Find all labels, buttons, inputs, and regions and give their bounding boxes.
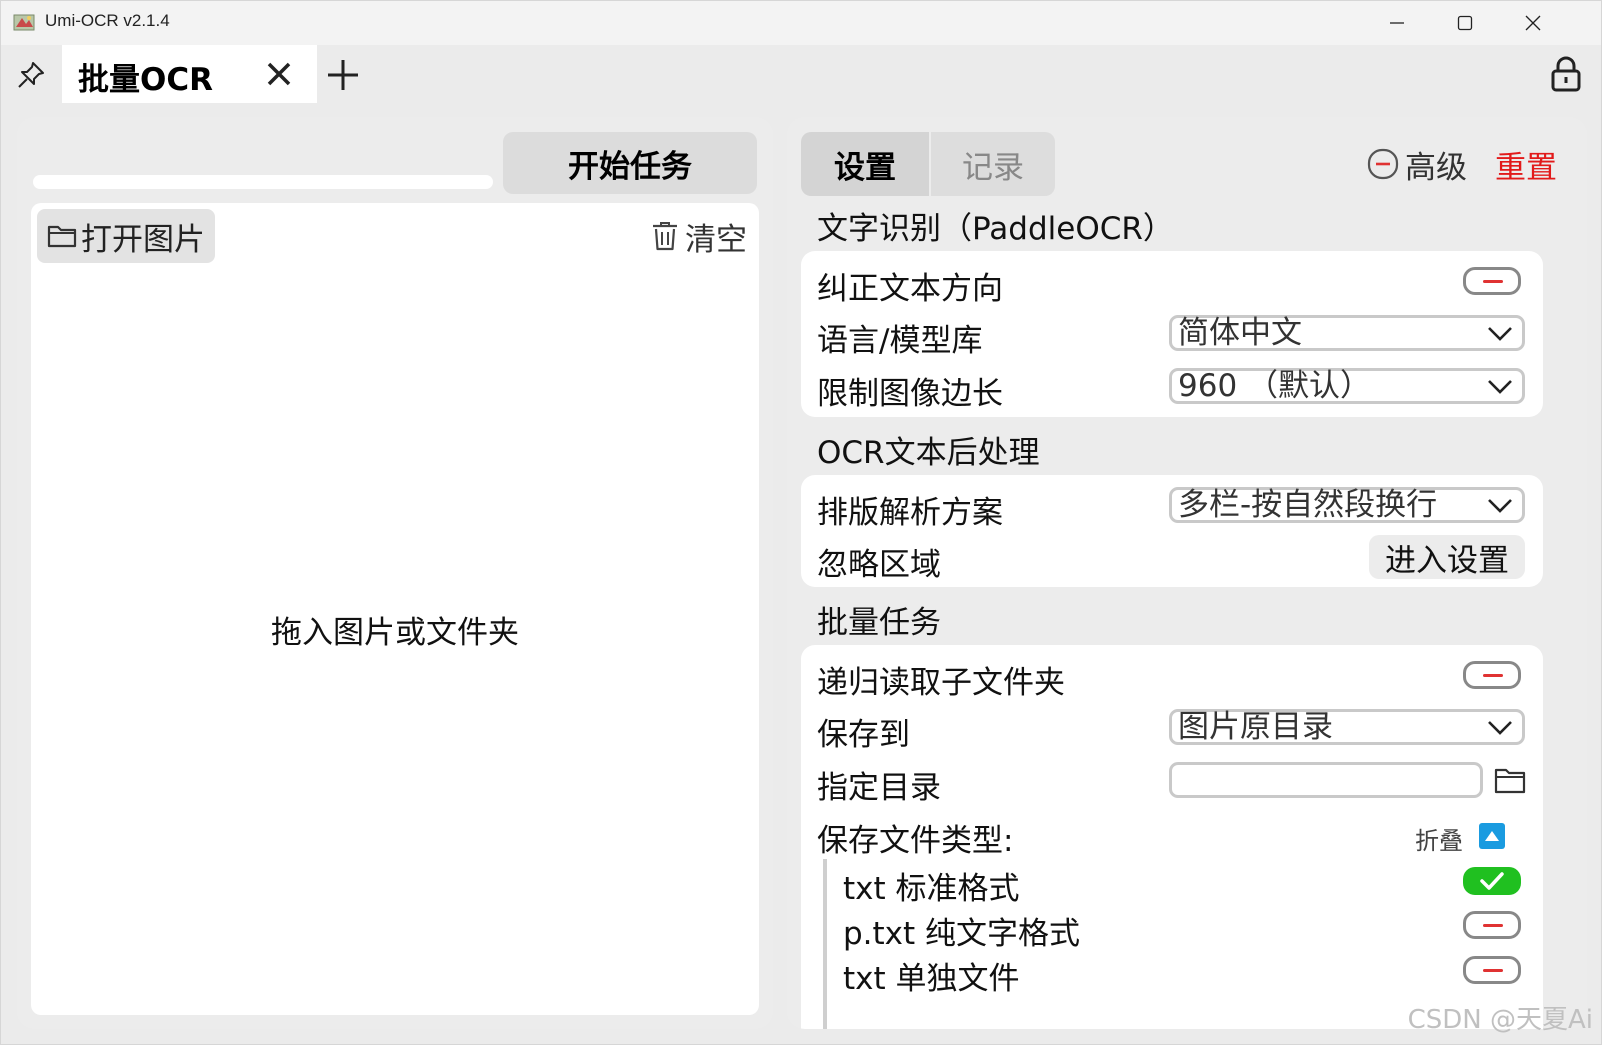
trash-icon: [653, 222, 677, 251]
file-type-ptxt-toggle[interactable]: [1463, 911, 1521, 939]
collapse-button[interactable]: [1479, 823, 1505, 849]
minimize-button[interactable]: [1363, 1, 1431, 45]
post-settings-card: 排版解析方案 多栏-按自然段换行 忽略区域 进入设置: [801, 475, 1543, 587]
minimize-icon: [1390, 22, 1404, 24]
post-section-title: OCR文本后处理: [817, 435, 1040, 471]
tab-batch-ocr[interactable]: 批量OCR: [62, 45, 317, 103]
layout-value: 多栏-按自然段换行: [1178, 487, 1438, 523]
advanced-label: 高级: [1405, 149, 1467, 186]
target-dir-label: 指定目录: [817, 770, 941, 806]
chevron-down-icon: [1488, 499, 1512, 513]
folder-icon: [1494, 768, 1526, 794]
maximize-button[interactable]: [1431, 1, 1499, 45]
lock-icon: [1551, 56, 1581, 92]
limit-side-label: 限制图像边长: [817, 376, 1003, 412]
folder-icon: [47, 225, 77, 248]
reset-button[interactable]: 重置: [1495, 139, 1557, 189]
open-images-button[interactable]: 打开图片: [37, 209, 215, 263]
maximize-icon: [1457, 15, 1473, 31]
layout-label: 排版解析方案: [817, 495, 1003, 531]
advanced-toggle[interactable]: 高级: [1367, 139, 1467, 189]
tab-close-button[interactable]: [262, 57, 296, 91]
pin-button[interactable]: [13, 57, 49, 93]
correct-direction-toggle[interactable]: [1463, 267, 1521, 295]
language-select[interactable]: 简体中文: [1169, 315, 1525, 351]
ocr-settings-card: 纠正文本方向 语言/模型库 简体中文 限制图像边长 960 （默认）: [801, 251, 1543, 417]
limit-side-select[interactable]: 960 （默认）: [1169, 368, 1525, 404]
chevron-down-icon: [1488, 721, 1512, 735]
clear-label: 清空: [685, 221, 747, 258]
collapse-circle-icon: [1367, 148, 1399, 180]
window-title: Umi-OCR v2.1.4: [45, 11, 170, 30]
chevron-down-icon: [1488, 380, 1512, 394]
collapse-label[interactable]: 折叠: [1415, 821, 1463, 856]
ocr-section-title: 文字识别（PaddleOCR）: [817, 211, 1174, 247]
app-window: Umi-OCR v2.1.4 批量OCR 开始任务 打开图片 清空 拖入图片或文…: [0, 0, 1602, 1045]
recursive-toggle[interactable]: [1463, 661, 1521, 689]
batch-section-title: 批量任务: [817, 605, 941, 641]
save-to-select[interactable]: 图片原目录: [1169, 709, 1525, 745]
browse-folder-button[interactable]: [1493, 765, 1527, 795]
title-bar: Umi-OCR v2.1.4: [1, 1, 1601, 45]
file-type-txt-toggle[interactable]: [1463, 867, 1521, 895]
limit-side-value: 960 （默认）: [1178, 368, 1372, 404]
correct-direction-label: 纠正文本方向: [817, 271, 1003, 307]
close-icon: [1525, 15, 1541, 31]
close-window-button[interactable]: [1499, 1, 1567, 45]
start-task-button[interactable]: 开始任务: [503, 132, 757, 194]
lock-button[interactable]: [1547, 53, 1585, 95]
save-to-label: 保存到: [817, 717, 910, 753]
file-type-label: txt 单独文件: [843, 961, 1020, 997]
save-to-value: 图片原目录: [1178, 709, 1333, 745]
plus-icon: [328, 60, 358, 90]
close-icon: [267, 62, 291, 86]
clear-button[interactable]: 清空: [651, 213, 747, 259]
layout-select[interactable]: 多栏-按自然段换行: [1169, 487, 1525, 523]
drop-area[interactable]: 打开图片 清空 拖入图片或文件夹: [31, 203, 759, 1015]
language-value: 简体中文: [1178, 315, 1302, 351]
check-icon: [1480, 872, 1504, 890]
batch-settings-card: 递归读取子文件夹 保存到 图片原目录 指定目录 保存文件类型: 折叠 txt 标…: [801, 645, 1543, 1029]
tab-bar: 批量OCR: [1, 45, 1601, 103]
pin-icon: [18, 62, 44, 88]
recursive-label: 递归读取子文件夹: [817, 665, 1065, 701]
tab-settings[interactable]: 设置: [801, 132, 929, 196]
enter-settings-button[interactable]: 进入设置: [1369, 535, 1525, 579]
ignore-area-label: 忽略区域: [817, 547, 941, 583]
triangle-up-icon: [1485, 831, 1499, 841]
task-panel: 开始任务 打开图片 清空 拖入图片或文件夹: [17, 117, 773, 1029]
tab-label: 批量OCR: [78, 62, 213, 98]
watermark: CSDN @天夏Ai: [1407, 1005, 1593, 1035]
file-type-label: txt 标准格式: [843, 871, 1020, 907]
drop-hint: 拖入图片或文件夹: [271, 615, 519, 651]
file-type-single-toggle[interactable]: [1463, 956, 1521, 984]
tab-records[interactable]: 记录: [931, 132, 1055, 196]
settings-panel: 设置 记录 高级 重置 文字识别（PaddleOCR） 纠正文本方向 语言/模型…: [787, 117, 1587, 1029]
file-types-label: 保存文件类型:: [817, 823, 1014, 859]
file-type-label: p.txt 纯文字格式: [843, 916, 1081, 952]
target-dir-input[interactable]: [1169, 762, 1483, 798]
open-images-label: 打开图片: [81, 221, 205, 258]
indent-bar: [823, 859, 827, 1029]
chevron-down-icon: [1488, 327, 1512, 341]
progress-bar: [33, 175, 493, 189]
add-tab-button[interactable]: [323, 55, 363, 95]
app-logo-icon: [13, 12, 37, 32]
language-label: 语言/模型库: [817, 323, 983, 359]
